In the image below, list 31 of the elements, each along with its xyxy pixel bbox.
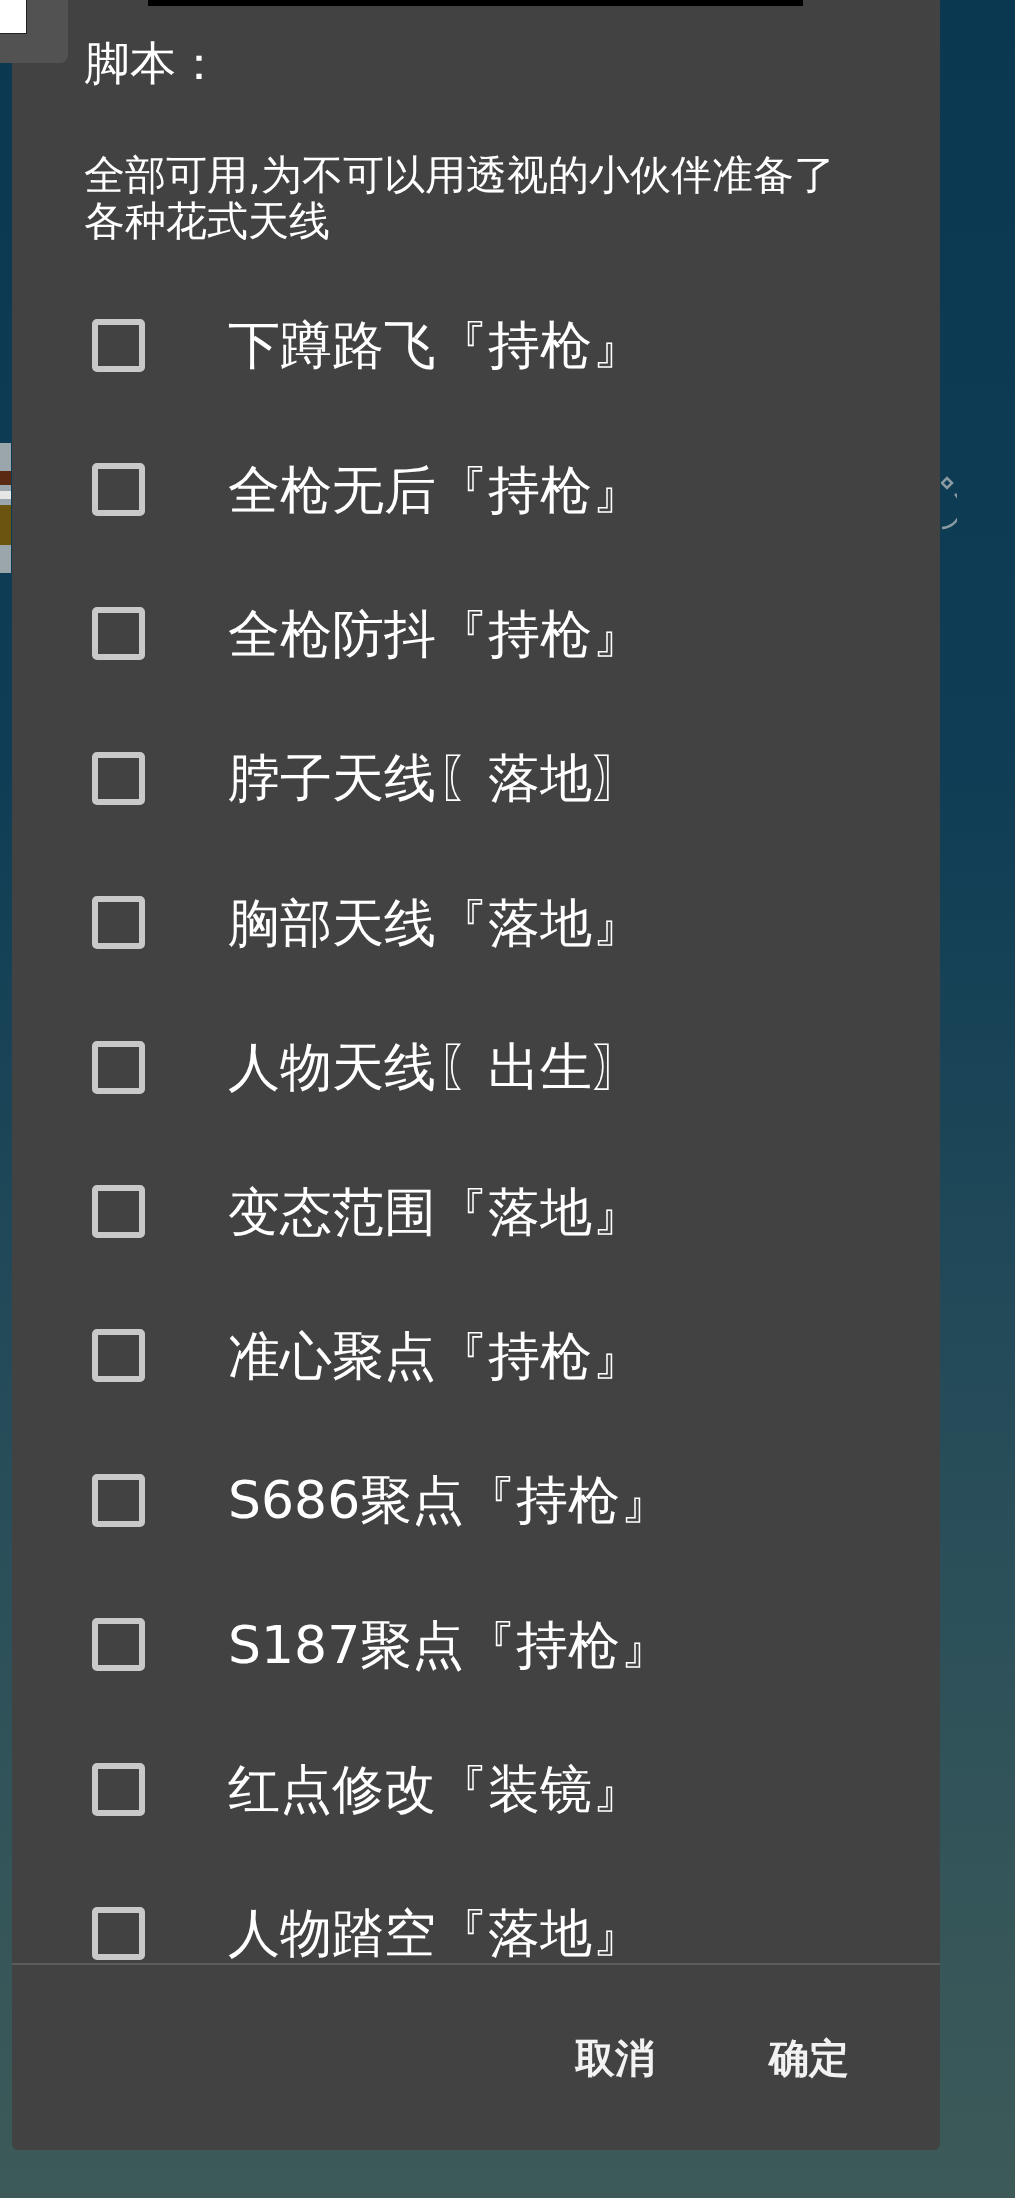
option-label[interactable]: 下蹲路飞『持枪』 [228, 315, 644, 376]
option-label[interactable]: 人物天线〖出生〗 [228, 1037, 644, 1098]
checkbox[interactable] [92, 1473, 145, 1527]
option-label[interactable]: S187聚点『持枪』 [228, 1614, 673, 1675]
option-label[interactable]: 胸部天线『落地』 [228, 892, 644, 953]
checkbox[interactable] [92, 463, 145, 517]
option-label[interactable]: S686聚点『持枪』 [228, 1470, 673, 1531]
dialog-title: 脚本： [84, 35, 222, 91]
checkbox[interactable] [92, 751, 145, 805]
checkbox[interactable] [92, 1762, 145, 1816]
checkbox[interactable] [92, 1329, 145, 1383]
checkbox[interactable] [92, 1185, 145, 1239]
option-label[interactable]: 变态范围『落地』 [228, 1181, 644, 1242]
confirm-button[interactable]: 确定 [741, 2014, 877, 2101]
option-label[interactable]: 全枪无后『持枪』 [228, 459, 644, 520]
checkbox[interactable] [92, 1040, 145, 1094]
checkbox[interactable] [92, 896, 145, 950]
square-icon [0, 0, 27, 34]
option-label[interactable]: 准心聚点『持枪』 [228, 1325, 644, 1386]
checkbox[interactable] [92, 1907, 145, 1960]
ring-icon [941, 476, 957, 530]
checkbox[interactable] [92, 607, 145, 661]
option-label[interactable]: 红点修改『装镜』 [228, 1759, 644, 1820]
option-label[interactable]: 人物踏空『落地』 [228, 1903, 644, 1963]
checkbox[interactable] [92, 1618, 145, 1672]
checkbox[interactable] [92, 318, 145, 372]
option-label[interactable]: 全枪防抖『持枪』 [228, 603, 644, 664]
app-icon [0, 443, 11, 573]
option-label[interactable]: 脖子天线〖落地〗 [228, 748, 644, 809]
cancel-button[interactable]: 取消 [547, 2014, 683, 2101]
dialog-message: 全部可用,为不可以用透视的小伙伴准备了各种花式天线 [84, 152, 837, 244]
